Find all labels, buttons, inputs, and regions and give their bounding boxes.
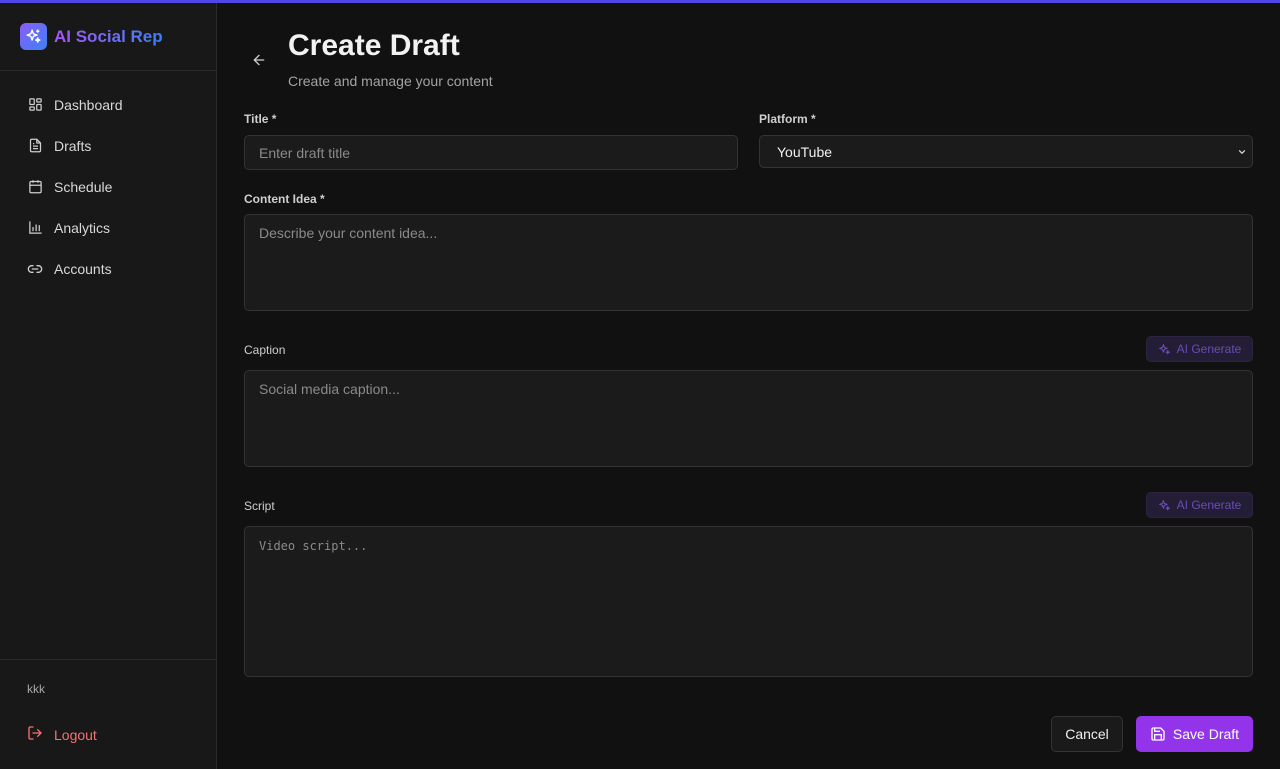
sidebar-item-accounts[interactable]: Accounts: [0, 248, 216, 289]
sidebar-divider: [0, 70, 216, 71]
file-icon: [27, 138, 43, 154]
sparkles-logo-icon: [20, 23, 47, 50]
sidebar-item-label: Schedule: [54, 178, 113, 195]
script-ai-generate-button[interactable]: AI Generate: [1146, 492, 1253, 518]
sidebar-nav: Dashboard Drafts Schedule Analytics Acco…: [0, 84, 216, 289]
sidebar-item-label: Analytics: [54, 219, 111, 236]
bar-chart-icon: [27, 220, 43, 236]
back-button[interactable]: [250, 51, 268, 69]
cancel-button[interactable]: Cancel: [1051, 716, 1123, 752]
caption-ai-generate-button[interactable]: AI Generate: [1146, 336, 1253, 362]
sidebar-item-label: Accounts: [54, 260, 112, 277]
title-label: Title *: [244, 112, 277, 126]
caption-label: Caption: [244, 343, 286, 357]
sidebar-item-label: Dashboard: [54, 96, 123, 113]
content-idea-textarea[interactable]: [244, 214, 1253, 311]
platform-select-value: YouTube: [777, 143, 833, 160]
brand-name: AI Social Rep: [54, 26, 163, 46]
logout-button[interactable]: Logout: [27, 725, 97, 745]
page-subtitle: Create and manage your content: [288, 73, 493, 89]
logout-icon: [27, 725, 43, 746]
link-icon: [27, 261, 43, 277]
chevron-down-icon: [1238, 150, 1246, 154]
save-draft-label: Save Draft: [1172, 726, 1240, 742]
title-input[interactable]: [244, 135, 738, 170]
platform-select[interactable]: YouTube: [759, 135, 1253, 168]
sidebar: AI Social Rep Dashboard Drafts Schedule …: [0, 3, 217, 769]
script-textarea[interactable]: [244, 526, 1253, 677]
script-label: Script: [244, 499, 275, 513]
save-draft-button[interactable]: Save Draft: [1136, 716, 1253, 752]
caption-textarea[interactable]: [244, 370, 1253, 467]
dashboard-icon: [27, 97, 43, 113]
ai-generate-label: AI Generate: [1176, 498, 1242, 512]
sparkles-icon: [1158, 499, 1170, 510]
user-name: kkk: [27, 682, 45, 696]
platform-label: Platform *: [759, 112, 816, 126]
calendar-icon: [27, 179, 43, 195]
sparkles-icon: [1158, 343, 1170, 354]
sidebar-item-dashboard[interactable]: Dashboard: [0, 84, 216, 125]
arrow-left-icon: [253, 54, 265, 66]
logout-label: Logout: [54, 727, 97, 743]
sidebar-item-label: Drafts: [54, 137, 92, 154]
save-icon: [1151, 727, 1165, 741]
content-idea-label: Content Idea *: [244, 192, 325, 206]
sidebar-divider: [0, 659, 216, 660]
sidebar-item-drafts[interactable]: Drafts: [0, 125, 216, 166]
sidebar-item-schedule[interactable]: Schedule: [0, 166, 216, 207]
page-title: Create Draft: [288, 29, 460, 62]
ai-generate-label: AI Generate: [1176, 342, 1242, 356]
brand[interactable]: AI Social Rep: [20, 23, 163, 50]
sidebar-item-analytics[interactable]: Analytics: [0, 207, 216, 248]
